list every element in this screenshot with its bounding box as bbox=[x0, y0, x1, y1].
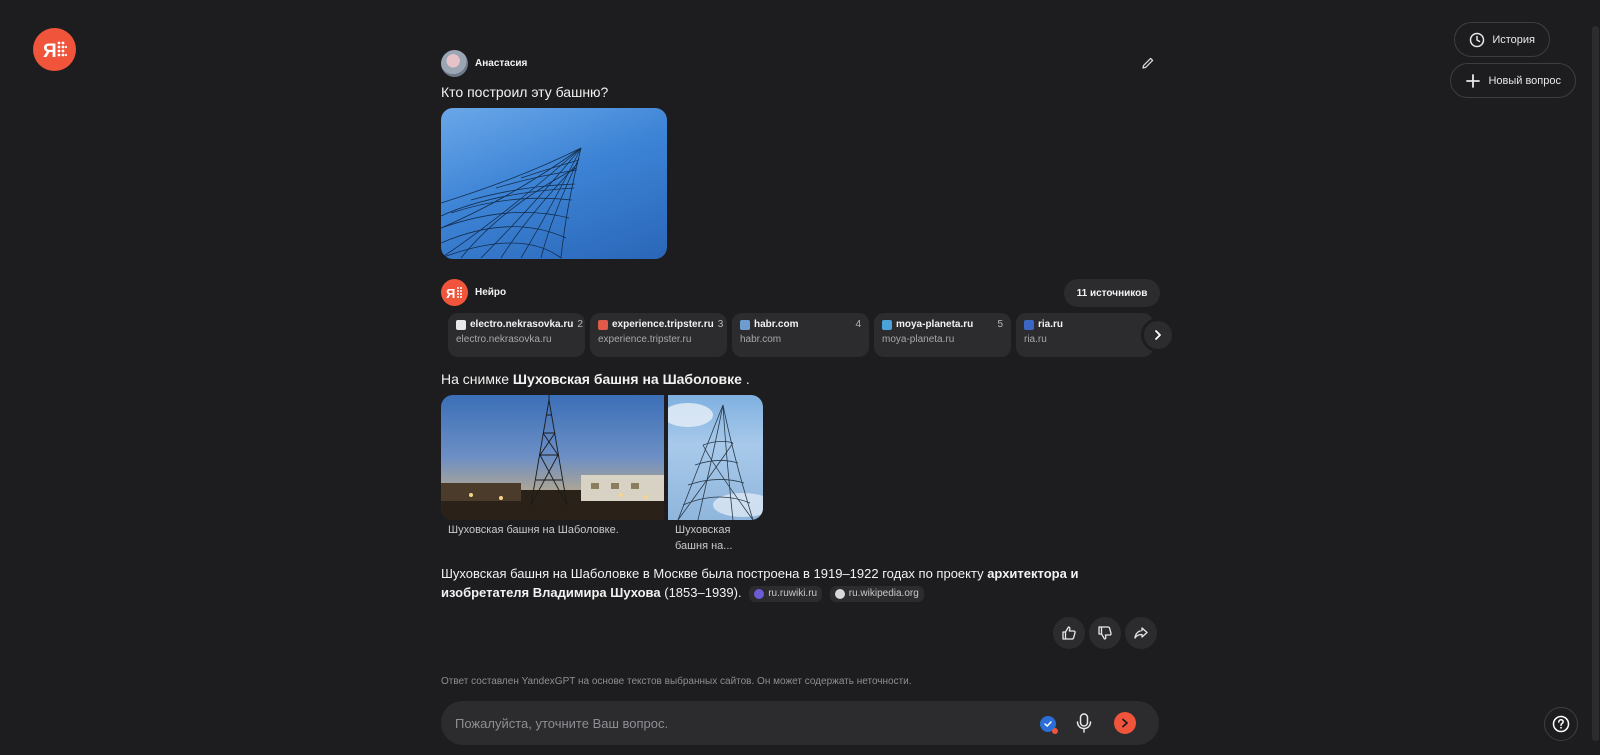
source-number: 4 bbox=[855, 319, 861, 330]
photo-caption-2: Шуховская башня на... bbox=[675, 524, 733, 552]
yandex-logo[interactable]: Я bbox=[33, 28, 76, 71]
intro-suffix: . bbox=[741, 371, 750, 387]
help-button[interactable] bbox=[1544, 707, 1578, 741]
source-subtitle: habr.com bbox=[740, 334, 782, 345]
source-favicon-icon bbox=[882, 319, 892, 330]
disclaimer-text: Ответ составлен YandexGPT на основе текс… bbox=[441, 676, 912, 687]
like-button[interactable] bbox=[1053, 617, 1085, 649]
microphone-button[interactable] bbox=[1074, 712, 1094, 739]
neuro-logo-icon: Я bbox=[446, 286, 462, 301]
sources-carousel: electro.nekrasovka.ru 2 electro.nekrasovk… bbox=[448, 313, 1152, 357]
source-card[interactable]: experience.tripster.ru 3 experience.trips… bbox=[590, 313, 727, 357]
thumbs-down-icon bbox=[1098, 626, 1112, 640]
assistant-name: Нейро bbox=[475, 287, 507, 298]
question-input[interactable] bbox=[455, 701, 1015, 745]
result-photo-2[interactable] bbox=[668, 395, 763, 520]
source-subtitle: moya-planeta.ru bbox=[882, 334, 955, 345]
user-avatar bbox=[441, 50, 468, 77]
thumbs-up-icon bbox=[1062, 626, 1076, 640]
source-domain: ria.ru bbox=[1038, 319, 1064, 330]
source-favicon-icon bbox=[740, 319, 750, 330]
scrollbar-thumb[interactable] bbox=[1592, 26, 1599, 741]
answer-plain: Шуховская башня на Шаболовке в Москве бы… bbox=[441, 566, 988, 581]
source-subtitle: experience.tripster.ru bbox=[598, 334, 692, 345]
answer-tail: (1853–1939). bbox=[660, 585, 742, 600]
share-button[interactable] bbox=[1125, 617, 1157, 649]
source-domain: experience.tripster.ru bbox=[612, 319, 714, 330]
intro-prefix: На снимке bbox=[441, 371, 513, 387]
source-card[interactable]: moya-planeta.ru 5 moya-planeta.ru bbox=[874, 313, 1011, 357]
citation-label: ru.ruwiki.ru bbox=[768, 588, 818, 600]
photo-caption-1: Шуховская башня на Шаболовке. bbox=[448, 524, 619, 536]
logo-mark-icon: Я bbox=[43, 41, 67, 62]
wikipedia-icon bbox=[834, 588, 845, 599]
send-button[interactable] bbox=[1114, 712, 1136, 734]
answer-text: Шуховская башня на Шаболовке в Москве бы… bbox=[441, 564, 1159, 602]
neuro-avatar: Я bbox=[441, 279, 468, 306]
verified-badge-icon[interactable] bbox=[1040, 716, 1058, 734]
user-question: Кто построил эту башню? bbox=[441, 84, 609, 100]
uploaded-tower-photo[interactable] bbox=[441, 108, 667, 259]
chevron-right-icon bbox=[1155, 330, 1161, 340]
question-input-box bbox=[441, 701, 1159, 745]
question-mark-icon bbox=[1552, 715, 1570, 733]
new-question-label: Новый вопрос bbox=[1488, 74, 1561, 87]
scrollbar[interactable] bbox=[1590, 0, 1600, 755]
source-card[interactable]: habr.com 4 habr.com bbox=[732, 313, 869, 357]
citation-label: ru.wikipedia.org bbox=[848, 588, 919, 600]
source-favicon-icon bbox=[598, 319, 608, 330]
share-arrow-icon bbox=[1134, 627, 1148, 639]
tower-closeup-image bbox=[668, 403, 763, 520]
tower-lattice-image bbox=[441, 147, 582, 259]
answer-intro: На снимке Шуховская башня на Шаболовке . bbox=[441, 371, 750, 387]
source-card[interactable]: electro.nekrasovka.ru 2 electro.nekrasovk… bbox=[448, 313, 585, 357]
source-favicon-icon bbox=[1024, 319, 1034, 330]
dislike-button[interactable] bbox=[1089, 617, 1121, 649]
history-button[interactable]: История bbox=[1454, 22, 1550, 57]
source-number: 5 bbox=[997, 319, 1003, 330]
source-number: 2 bbox=[577, 319, 583, 330]
citation-chip[interactable]: ru.ruwiki.ru bbox=[749, 585, 823, 602]
microphone-icon bbox=[1076, 713, 1092, 733]
source-subtitle: ria.ru bbox=[1024, 334, 1047, 345]
source-subtitle: electro.nekrasovka.ru bbox=[456, 334, 552, 345]
edit-question-button[interactable] bbox=[1141, 56, 1155, 70]
clock-icon bbox=[1470, 32, 1485, 47]
source-favicon-icon bbox=[456, 319, 466, 330]
source-domain: habr.com bbox=[754, 319, 799, 330]
source-number: 3 bbox=[717, 319, 724, 330]
svg-text:Я: Я bbox=[446, 286, 455, 301]
user-name: Анастасия bbox=[475, 58, 528, 69]
ruwiki-icon bbox=[754, 588, 765, 599]
source-domain: moya-planeta.ru bbox=[896, 319, 974, 330]
intro-bold: Шуховская башня на Шаболовке bbox=[512, 371, 742, 387]
tower-evening-image bbox=[441, 395, 664, 520]
new-question-button[interactable]: Новый вопрос bbox=[1450, 63, 1576, 98]
sources-count-button[interactable]: 11 источников bbox=[1064, 279, 1160, 307]
source-domain: electro.nekrasovka.ru bbox=[470, 319, 574, 330]
arrow-right-icon bbox=[1122, 718, 1128, 728]
citation-chip[interactable]: ru.wikipedia.org bbox=[829, 585, 924, 602]
result-photo-1[interactable] bbox=[441, 395, 664, 520]
sources-next-button[interactable] bbox=[1141, 318, 1175, 352]
history-label: История bbox=[1492, 33, 1535, 46]
plus-icon bbox=[1466, 73, 1481, 88]
pencil-icon bbox=[1142, 57, 1154, 69]
source-card[interactable]: ria.ru ria.ru bbox=[1016, 313, 1152, 357]
svg-text:Я: Я bbox=[43, 41, 57, 62]
